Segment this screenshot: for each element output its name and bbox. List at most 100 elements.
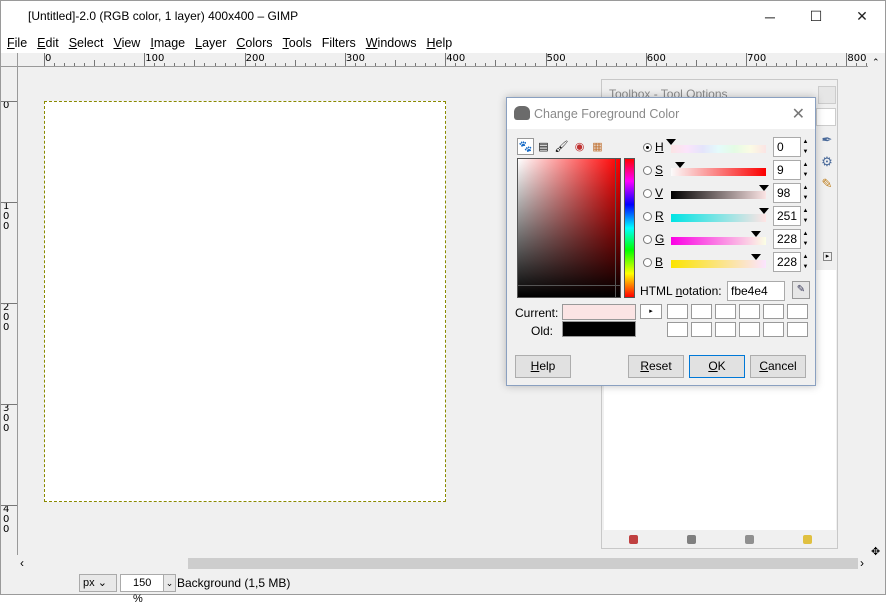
channel-row-v: V 98 ▲ ▼ [643,183,811,205]
channel-slider[interactable] [671,191,766,199]
channel-row-b: B 228 ▲ ▼ [643,252,811,274]
reset-button[interactable]: Reset [628,355,684,378]
channel-label: H [655,140,664,154]
toolbox-close-icon[interactable] [818,86,836,104]
menu-edit[interactable]: Edit [32,36,64,50]
scroll-right-icon[interactable]: › [860,556,864,570]
menu-help[interactable]: Help [421,36,457,50]
slider-marker-icon[interactable] [759,208,770,214]
channel-radio[interactable] [643,212,652,221]
history-swatch[interactable] [691,322,712,337]
close-button[interactable]: ✕ [839,1,885,32]
channel-radio[interactable] [643,258,652,267]
history-swatch[interactable] [667,304,688,319]
channel-value-input[interactable]: 98 [773,183,801,203]
vertical-scrollbar[interactable]: ⌃ ✥ [868,53,885,558]
help-button[interactable]: Help [515,355,571,378]
delete-preset-icon[interactable] [744,534,754,544]
channel-slider[interactable] [671,145,766,153]
menu-file[interactable]: File [2,36,32,50]
spin-arrows-icon[interactable]: ▲ ▼ [801,229,810,249]
channel-value-input[interactable]: 228 [773,252,801,272]
scroll-up-icon[interactable]: ⌃ [872,57,880,68]
hue-strip[interactable] [624,158,635,298]
history-swatch[interactable] [715,322,736,337]
slider-marker-icon[interactable] [759,185,770,191]
smudge-tool-icon[interactable]: ✎ [820,177,834,191]
channel-value-input[interactable]: 228 [773,229,801,249]
menu-select[interactable]: Select [64,36,109,50]
dock-menu-icon[interactable]: ▸ [823,252,832,261]
wheel-selector-tab-icon[interactable]: ◉ [571,138,588,155]
maximize-button[interactable]: ☐ [793,1,839,32]
menu-windows[interactable]: Windows [361,36,422,50]
restore-preset-icon[interactable] [686,534,696,544]
minimize-button[interactable]: ─ [747,1,793,32]
history-swatch[interactable] [787,304,808,319]
menu-image[interactable]: Image [145,36,190,50]
palette-selector-tab-icon[interactable]: ▦ [589,138,606,155]
zoom-dropdown-icon[interactable]: ⌄ [163,574,176,592]
image-canvas[interactable] [44,101,446,502]
slider-marker-icon[interactable] [666,139,676,145]
reset-options-icon[interactable] [802,534,812,544]
history-swatch[interactable] [787,322,808,337]
scroll-left-icon[interactable]: ‹ [20,556,24,570]
spin-arrows-icon[interactable]: ▲ ▼ [801,137,810,157]
history-swatch[interactable] [739,322,760,337]
unit-select[interactable]: px ⌄ [79,574,117,592]
ok-button[interactable]: OK [689,355,745,378]
saturation-value-square[interactable] [517,158,621,298]
slider-marker-icon[interactable] [750,254,761,260]
zoom-input[interactable]: 150 % [120,574,164,605]
navigate-icon[interactable]: ✥ [871,545,880,558]
ruler-corner[interactable] [1,53,18,67]
menu-colors[interactable]: Colors [231,36,277,50]
add-to-history-icon[interactable]: ▸ [640,304,662,319]
ruler-vertical[interactable]: 0 100 200 300 400 [1,67,18,555]
channel-radio[interactable] [643,189,652,198]
menu-filters[interactable]: Filters [317,36,361,50]
clone-tool-icon[interactable]: ⚙ [820,155,834,169]
horizontal-scroll-thumb[interactable] [188,558,858,569]
menu-view[interactable]: View [108,36,145,50]
channel-radio[interactable] [643,143,652,152]
spin-arrows-icon[interactable]: ▲ ▼ [801,160,810,180]
watercolor-selector-tab-icon[interactable]: 🖌 [553,138,570,155]
channel-radio[interactable] [643,235,652,244]
channel-row-s: S 9 ▲ ▼ [643,160,811,182]
channel-slider[interactable] [671,260,766,268]
toolbox-tab[interactable] [816,108,836,126]
cancel-button[interactable]: Cancel [750,355,806,378]
gimp-selector-tab-icon[interactable]: 🐾 [517,138,534,155]
slider-marker-icon[interactable] [750,231,761,237]
history-swatch[interactable] [667,322,688,337]
channel-value-input[interactable]: 251 [773,206,801,226]
channel-slider[interactable] [671,168,766,176]
spin-arrows-icon[interactable]: ▲ ▼ [801,206,810,226]
channel-value-input[interactable]: 9 [773,160,801,180]
channel-value-input[interactable]: 0 [773,137,801,157]
horizontal-scrollbar[interactable]: ‹ › [18,555,868,572]
color-picker-icon[interactable]: ✎ [792,281,810,299]
channel-radio[interactable] [643,166,652,175]
history-swatch[interactable] [739,304,760,319]
history-swatch[interactable] [715,304,736,319]
channel-slider[interactable] [671,237,766,245]
old-color-swatch[interactable] [562,321,636,337]
slider-marker-icon[interactable] [674,162,685,168]
menu-tools[interactable]: Tools [278,36,317,50]
menu-layer[interactable]: Layer [190,36,231,50]
spin-arrows-icon[interactable]: ▲ ▼ [801,183,810,203]
spin-arrows-icon[interactable]: ▲ ▼ [801,252,810,272]
ruler-horizontal[interactable]: 0 100 200 300 400 500 600 700 800 [18,53,868,67]
save-preset-icon[interactable] [628,534,638,544]
history-swatch[interactable] [763,304,784,319]
pen-tool-icon[interactable]: ✒ [820,133,834,147]
history-swatch[interactable] [691,304,712,319]
channel-slider[interactable] [671,214,766,222]
history-swatch[interactable] [763,322,784,337]
dialog-close-icon[interactable]: ✕ [792,104,805,124]
cmyk-selector-tab-icon[interactable]: ▤ [535,138,552,155]
html-notation-input[interactable]: fbe4e4 [727,281,785,301]
